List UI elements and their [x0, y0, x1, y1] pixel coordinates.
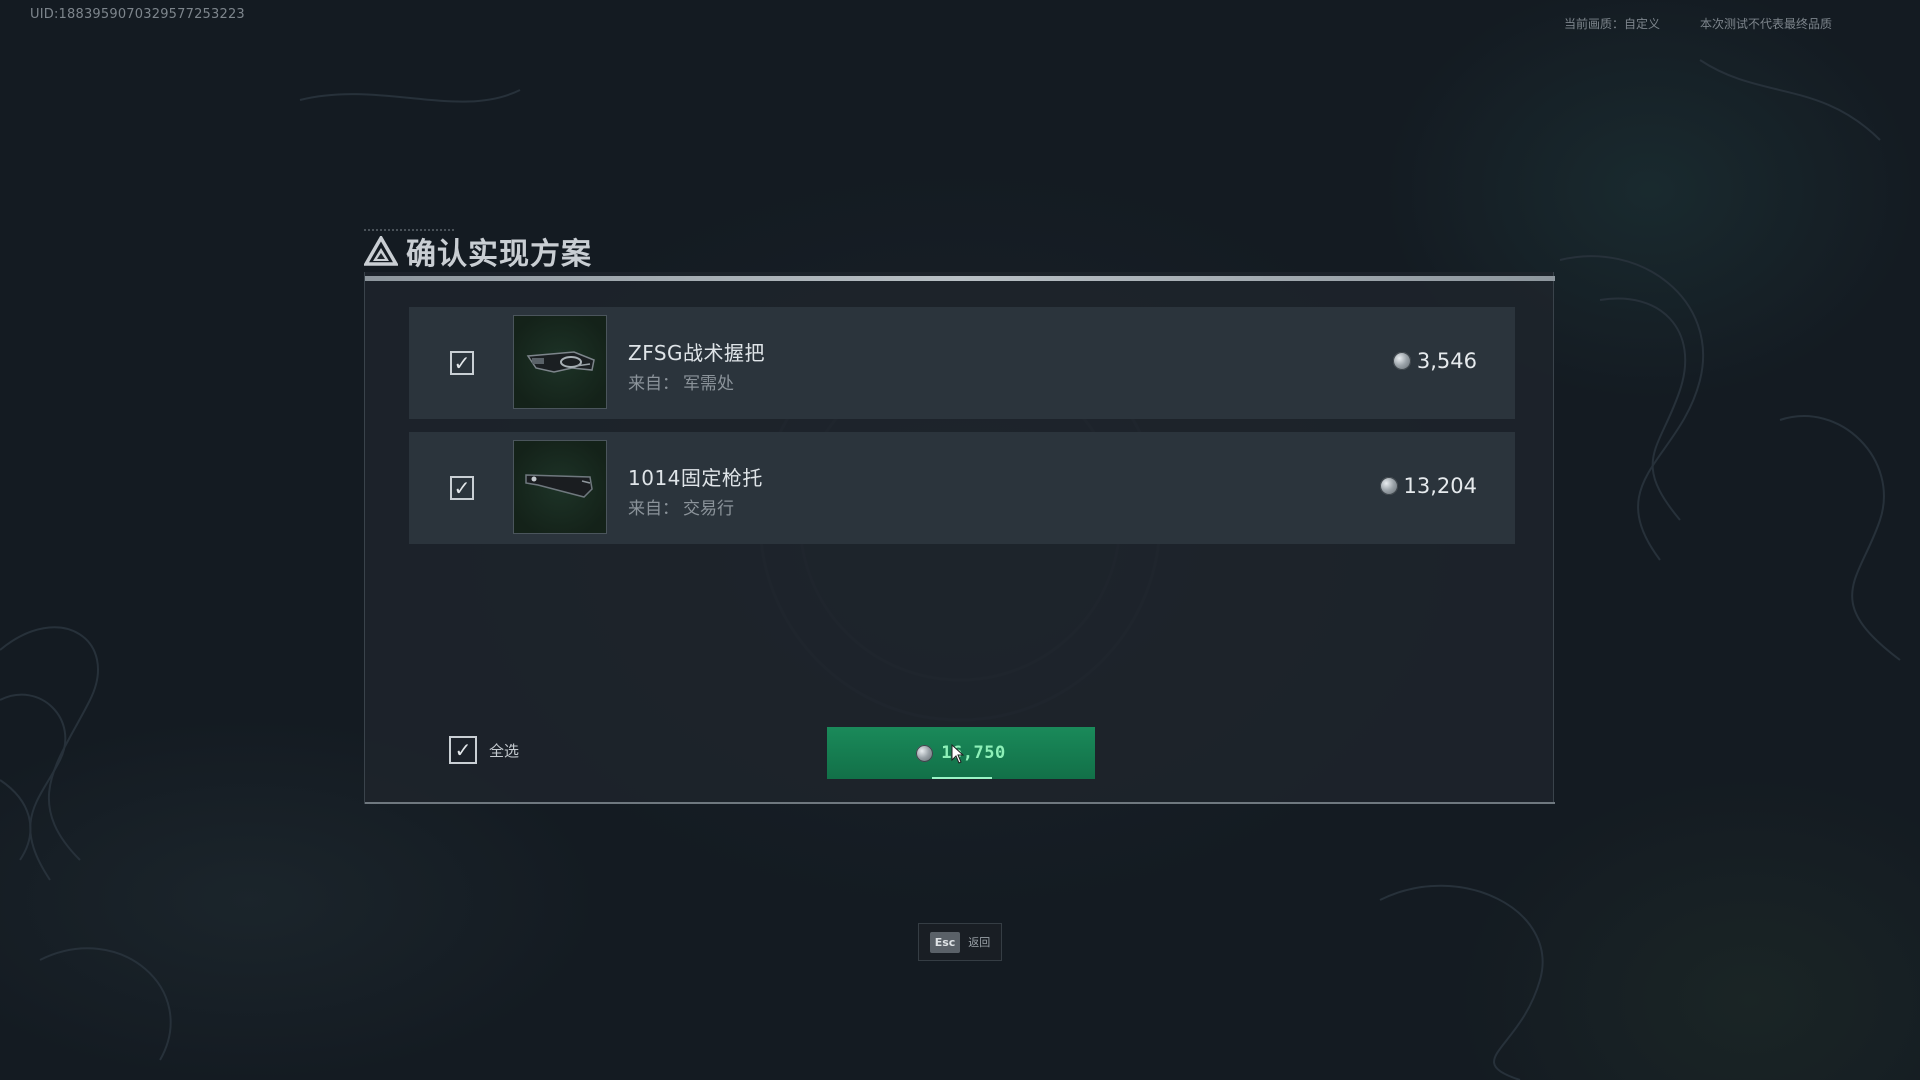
select-all[interactable]: ✓ 全选: [449, 736, 519, 764]
esc-key-badge: Esc: [929, 931, 961, 953]
item-source-prefix: 来自：: [628, 374, 679, 394]
item-source: 来自： 军需处: [628, 369, 734, 394]
item-source: 来自： 交易行: [628, 494, 734, 519]
item-source-value: 交易行: [683, 499, 734, 519]
item-source-value: 军需处: [683, 374, 734, 394]
item-thumbnail: [513, 440, 607, 534]
top-right-status: 当前画质：自定义 本次测试不代表最终品质: [1564, 15, 1832, 32]
dialog-title: 确认实现方案: [364, 229, 592, 273]
dialog-bottom-bar: [365, 802, 1555, 804]
list-item[interactable]: ✓ ZFSG战术握把 来自： 军需处 3,546: [409, 307, 1515, 419]
esc-label: 返回: [968, 936, 991, 949]
esc-back-button[interactable]: Esc 返回: [918, 923, 1002, 961]
button-focus-underline: [932, 777, 992, 779]
item-price-value: 13,204: [1403, 474, 1477, 498]
coin-icon: [916, 744, 934, 762]
item-source-prefix: 来自：: [628, 499, 679, 519]
list-item[interactable]: ✓ 1014固定枪托 来自： 交易行 13,204: [409, 432, 1515, 544]
test-notice-label: 本次测试不代表最终品质: [1699, 17, 1832, 31]
item-price-value: 3,546: [1416, 349, 1477, 373]
select-all-label: 全选: [489, 741, 520, 760]
dialog-top-bar: [365, 276, 1555, 281]
graphics-quality-label: 当前画质：自定义: [1563, 17, 1660, 31]
user-uid: UID:1883959070329577253223: [30, 7, 245, 22]
item-name: ZFSG战术握把: [628, 341, 766, 365]
fixed-stock-icon: [525, 474, 593, 498]
coin-icon: [1392, 352, 1411, 370]
item-checkbox[interactable]: ✓: [450, 476, 474, 500]
mouse-cursor-icon: [951, 744, 965, 764]
screen: UID:1883959070329577253223 当前画质：自定义 本次测试…: [0, 0, 1920, 1080]
triangle-logo-icon: [364, 236, 398, 266]
confirm-plan-dialog: ✓ ZFSG战术握把 来自： 军需处 3,546 ✓ 1014固定枪托 来自： …: [364, 272, 1555, 804]
item-price: 3,546: [1392, 349, 1477, 373]
tactical-grip-icon: [526, 351, 595, 373]
select-all-checkbox[interactable]: ✓: [449, 736, 477, 764]
item-checkbox[interactable]: ✓: [450, 351, 474, 375]
item-thumbnail: [513, 315, 607, 409]
dialog-title-text: 确认实现方案: [406, 237, 592, 272]
item-price: 13,204: [1379, 474, 1477, 498]
item-name: 1014固定枪托: [628, 466, 763, 490]
coin-icon: [1379, 477, 1398, 495]
